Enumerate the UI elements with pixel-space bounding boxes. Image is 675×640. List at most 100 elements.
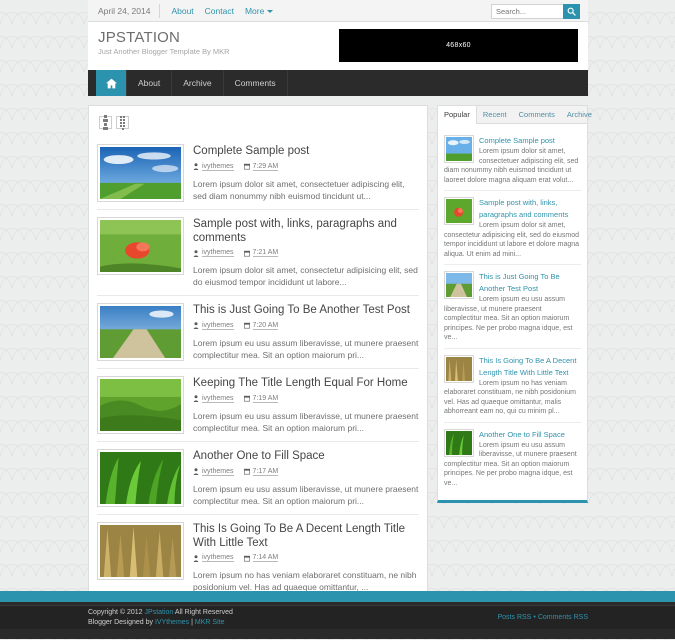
post-time-value[interactable]: 7:21 AM	[252, 249, 279, 257]
copyright-prefix: Copyright © 2012	[88, 609, 145, 616]
post-body: Complete Sample post ivythemes 7:29 AM L…	[193, 144, 419, 202]
search-button[interactable]	[563, 4, 580, 19]
post-author: ivythemes	[193, 163, 234, 171]
post-item: Keeping The Title Length Equal For Home …	[97, 369, 419, 442]
calendar-icon	[243, 250, 250, 256]
widget-thumbnail[interactable]	[444, 428, 474, 457]
ad-banner[interactable]: 468x60	[339, 29, 578, 62]
home-icon	[105, 78, 117, 88]
post-meta: ivythemes 7:19 AM	[193, 395, 419, 403]
tab-recent[interactable]: Recent	[477, 106, 513, 123]
post-thumbnail[interactable]	[97, 449, 184, 507]
widget-item-snippet: Lorem ipsum eu usu assum liberavisse, ut…	[444, 296, 573, 341]
post-time-value[interactable]: 7:29 AM	[252, 163, 279, 171]
post-thumbnail[interactable]	[97, 144, 184, 202]
topbar-link-contact[interactable]: Contact	[205, 6, 234, 16]
list-view-icon[interactable]	[99, 115, 112, 130]
post-body: Keeping The Title Length Equal For Home …	[193, 376, 419, 434]
widget-tabs: Popular Recent Comments Archive	[438, 106, 592, 124]
post-time-value[interactable]: 7:14 AM	[252, 554, 279, 562]
site-title[interactable]: JPSTATION	[98, 29, 230, 46]
nav-item-about[interactable]: About	[126, 70, 173, 96]
topbar-link-about[interactable]: About	[171, 6, 193, 16]
chevron-down-icon	[267, 9, 274, 13]
main-navigation: About Archive Comments	[88, 70, 588, 96]
grid-view-icon[interactable]	[116, 115, 129, 130]
post-title[interactable]: This is Just Going To Be Another Test Po…	[193, 304, 419, 318]
user-icon	[193, 554, 199, 562]
post-author: ivythemes	[193, 395, 234, 403]
nav-item-archive[interactable]: Archive	[172, 70, 224, 96]
widget-thumbnail[interactable]	[444, 354, 474, 383]
thumbnail-image-poppy-field	[100, 220, 181, 272]
post-body: Sample post with, links, paragraphs and …	[193, 217, 419, 288]
rss-separator: •	[533, 614, 536, 621]
tab-archive[interactable]: Archive	[561, 106, 598, 123]
post-time: 7:20 AM	[243, 322, 279, 330]
post-author-name[interactable]: ivythemes	[202, 322, 234, 330]
post-title[interactable]: Keeping The Title Length Equal For Home	[193, 377, 419, 391]
widget-thumbnail[interactable]	[444, 197, 474, 225]
designer-link[interactable]: IVYthemes	[155, 619, 189, 626]
tabbed-posts-widget: Popular Recent Comments Archive Complete…	[437, 105, 592, 503]
post-item: Sample post with, links, paragraphs and …	[97, 210, 419, 296]
nav-home-button[interactable]	[96, 70, 126, 96]
search-input[interactable]	[491, 4, 563, 19]
posts-rss-link[interactable]: Posts RSS	[498, 614, 532, 621]
tab-comments[interactable]: Comments	[513, 106, 561, 123]
post-meta: ivythemes 7:29 AM	[193, 163, 419, 171]
widget-item-title[interactable]: This is Just Going To Be Another Test Po…	[479, 272, 560, 293]
post-time-value[interactable]: 7:17 AM	[252, 468, 279, 476]
widget-thumbnail[interactable]	[444, 271, 474, 299]
post-author-name[interactable]: ivythemes	[202, 249, 234, 257]
post-title[interactable]: This Is Going To Be A Decent Length Titl…	[193, 523, 419, 550]
widget-item-snippet: Lorem ipsum dolor sit amet, consectetur …	[444, 222, 580, 258]
mkr-site-link[interactable]: MKR Site	[195, 619, 225, 626]
post-author-name[interactable]: ivythemes	[202, 163, 234, 171]
post-body: This Is Going To Be A Decent Length Titl…	[193, 522, 419, 593]
topbar-link-more[interactable]: More	[245, 6, 274, 16]
site-wrapper: April 24, 2014 About Contact More JPSTAT…	[88, 0, 592, 640]
post-time: 7:19 AM	[243, 395, 279, 403]
nav-item-comments[interactable]: Comments	[224, 70, 288, 96]
post-thumbnail[interactable]	[97, 217, 184, 275]
search-form[interactable]	[491, 4, 580, 19]
widget-item-title[interactable]: Complete Sample post	[479, 136, 555, 145]
post-author-name[interactable]: ivythemes	[202, 468, 234, 476]
post-title[interactable]: Another One to Fill Space	[193, 450, 419, 464]
post-author-name[interactable]: ivythemes	[202, 554, 234, 562]
copyright-suffix: All Right Reserved	[173, 609, 233, 616]
top-bar: April 24, 2014 About Contact More	[88, 0, 588, 22]
content-columns: Complete Sample post ivythemes 7:29 AM L…	[88, 96, 592, 637]
post-title[interactable]: Sample post with, links, paragraphs and …	[193, 218, 419, 245]
thumbnail-image-grass-blades	[100, 452, 181, 504]
sidebar: Popular Recent Comments Archive Complete…	[437, 105, 592, 637]
branding: JPSTATION Just Another Blogger Template …	[98, 29, 230, 56]
post-meta: ivythemes 7:21 AM	[193, 249, 419, 257]
site-header: JPSTATION Just Another Blogger Template …	[88, 22, 588, 70]
widget-item-title[interactable]: Sample post with, links, paragraphs and …	[479, 198, 568, 219]
copyright-site-link[interactable]: JPstation	[145, 609, 174, 616]
calendar-icon	[243, 395, 250, 402]
widget-thumbnail[interactable]	[444, 135, 474, 163]
widget-item-title[interactable]: Another One to Fill Space	[479, 430, 565, 439]
post-author: ivythemes	[193, 468, 234, 476]
post-time: 7:21 AM	[243, 249, 279, 257]
post-author-name[interactable]: ivythemes	[202, 395, 234, 403]
footer-rss-links: Posts RSS • Comments RSS	[498, 614, 589, 621]
post-time-value[interactable]: 7:19 AM	[252, 395, 279, 403]
user-icon	[193, 249, 199, 257]
post-time-value[interactable]: 7:20 AM	[252, 322, 279, 330]
thumbnail-image-green-grass	[100, 379, 181, 431]
widget-item-title[interactable]: This Is Going To Be A Decent Length Titl…	[479, 356, 576, 377]
tab-popular[interactable]: Popular	[438, 106, 477, 124]
top-bar-links: About Contact More	[160, 6, 274, 16]
post-thumbnail[interactable]	[97, 376, 184, 434]
post-excerpt: Lorem ipsum dolor sit amet, consectetuer…	[193, 178, 405, 201]
post-excerpt: Lorem ipsum no has veniam elaboraret con…	[193, 570, 417, 592]
post-thumbnail[interactable]	[97, 522, 184, 580]
post-title[interactable]: Complete Sample post	[193, 145, 419, 159]
post-time: 7:29 AM	[243, 163, 279, 171]
post-thumbnail[interactable]	[97, 303, 184, 361]
comments-rss-link[interactable]: Comments RSS	[538, 614, 588, 621]
